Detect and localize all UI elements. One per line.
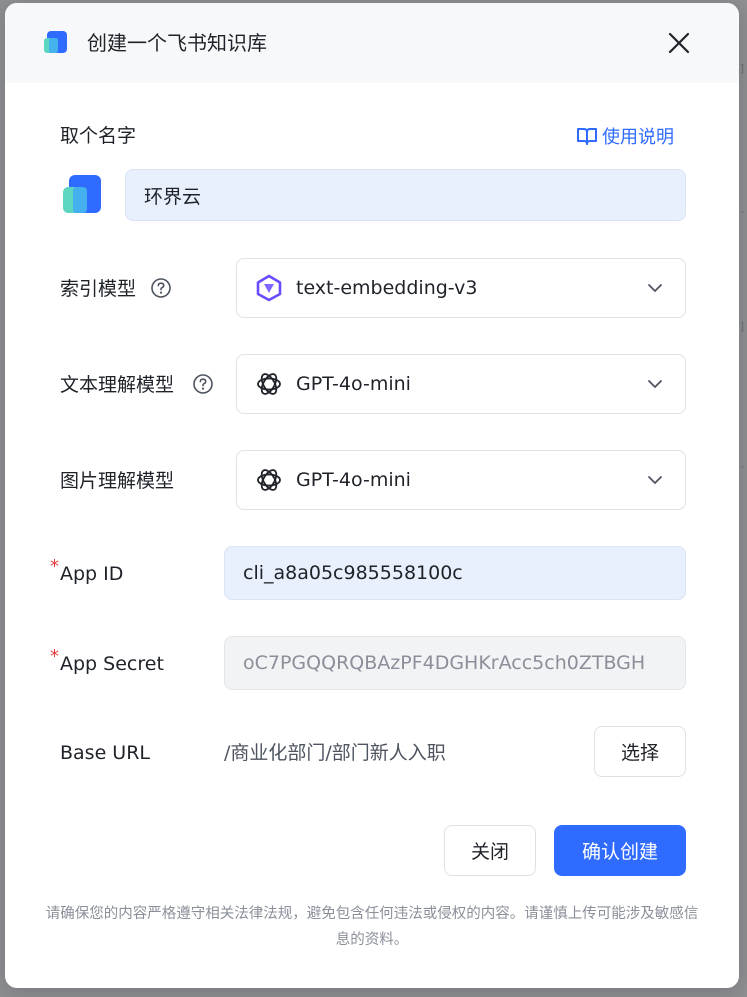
app-id-value: cli_a8a05c985558100c [243,562,463,584]
help-icon[interactable] [192,373,214,395]
compliance-notice: 请确保您的内容严格遵守相关法律法规，避免包含任何违法或侵权的内容。请谨慎上传可能… [45,906,699,948]
app-id-input[interactable]: cli_a8a05c985558100c [224,546,686,600]
knowledge-base-name-input[interactable]: 环界云 [125,169,686,221]
background-fragment: - [739,460,746,473]
background-fragment: ] [739,320,746,333]
dialog-header: 创建一个飞书知识库 [5,3,739,83]
confirm-create-button[interactable]: 确认创建 [554,825,686,876]
chevron-down-icon [648,476,662,484]
base-url-label: Base URL [60,742,150,764]
app-secret-input[interactable]: oC7PGQQRQBAzPF4DGHKrAcc5ch0ZTBGH [224,636,686,690]
usage-guide-link[interactable]: 使用说明 [576,122,674,150]
feishu-knowledge-logo-icon [44,31,67,53]
app-id-label: App ID [60,563,124,585]
text-model-value: GPT-4o-mini [296,373,411,395]
app-secret-label: App Secret [60,653,164,675]
required-mark: * [50,556,59,577]
image-model-value: GPT-4o-mini [296,469,411,491]
book-icon [577,128,597,145]
create-knowledge-base-dialog: 创建一个飞书知识库 取个名字 使用说明 环界云 索引模型 text-embedd… [5,3,739,988]
usage-guide-label[interactable]: 使用说明 [602,123,674,149]
required-mark: * [50,646,59,667]
image-model-select[interactable]: GPT-4o-mini [236,450,686,510]
background-fragment: - [739,205,746,218]
name-input-value: 环界云 [144,185,202,208]
text-model-select[interactable]: GPT-4o-mini [236,354,686,414]
chevron-down-icon [648,284,662,292]
dialog-title: 创建一个飞书知识库 [87,31,267,55]
select-path-button[interactable]: 选择 [594,726,686,777]
chevron-down-icon [648,380,662,388]
help-icon[interactable] [150,277,172,299]
app-secret-placeholder: oC7PGQQRQBAzPF4DGHKrAcc5ch0ZTBGH [243,652,646,674]
text-model-label: 文本理解模型 [60,374,175,396]
qwen-model-icon [256,274,282,302]
close-icon[interactable] [666,30,692,56]
knowledge-base-avatar-icon[interactable] [61,171,103,217]
index-model-label: 索引模型 [60,278,137,300]
background-fragment: ] [739,62,746,75]
base-url-path: /商业化部门/部门新人入职 [224,742,446,764]
openai-icon [257,469,281,491]
name-label: 取个名字 [60,125,137,147]
index-model-value: text-embedding-v3 [296,277,478,299]
index-model-select[interactable]: text-embedding-v3 [236,258,686,318]
openai-icon [257,373,281,395]
close-button[interactable]: 关闭 [444,825,536,876]
image-model-label: 图片理解模型 [60,470,175,492]
